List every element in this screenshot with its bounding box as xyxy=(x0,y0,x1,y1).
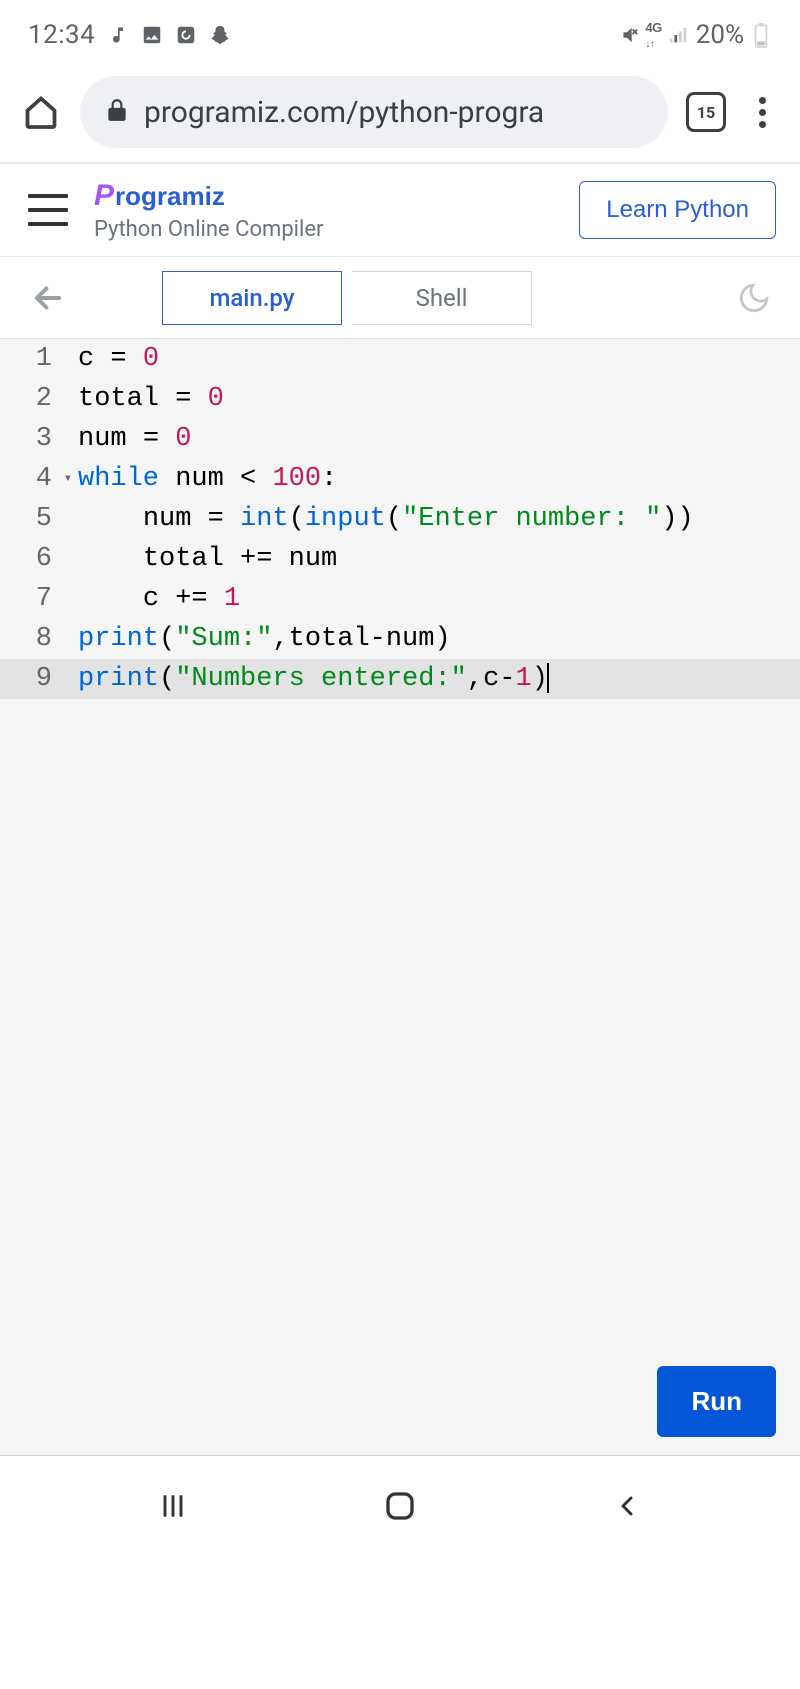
clock-time: 12:34 xyxy=(28,20,95,50)
tab-count-value: 15 xyxy=(697,103,715,122)
tab-shell[interactable]: Shell xyxy=(352,271,532,325)
back-arrow-button[interactable] xyxy=(24,274,72,322)
network-4g-icon: 4G↓↑ xyxy=(645,20,661,50)
learn-python-button[interactable]: Learn Python xyxy=(579,181,776,239)
line-number: 6 xyxy=(0,539,60,579)
refresh-box-icon xyxy=(175,24,197,46)
line-number: 8 xyxy=(0,619,60,659)
browser-menu-button[interactable] xyxy=(744,94,780,130)
music-note-icon xyxy=(107,24,129,46)
line-number: 7 xyxy=(0,579,60,619)
line-number: 5 xyxy=(0,499,60,539)
lock-icon xyxy=(104,97,130,127)
line-number: 4 xyxy=(0,459,60,499)
image-icon xyxy=(141,24,163,46)
url-text: programiz.com/python-progra xyxy=(144,95,544,130)
snapchat-icon xyxy=(209,24,231,46)
back-nav-button[interactable] xyxy=(597,1476,657,1536)
hamburger-menu-button[interactable] xyxy=(28,194,68,226)
phone-nav-bar xyxy=(0,1456,800,1556)
signal-icon xyxy=(668,24,690,46)
cursor xyxy=(547,663,549,693)
phone-status-bar: 12:34 4G↓↑ 20% xyxy=(0,0,800,62)
home-nav-button[interactable] xyxy=(370,1476,430,1536)
code-content[interactable]: c += 1 xyxy=(60,579,240,619)
editor-tabs-row: main.py Shell xyxy=(0,257,800,339)
code-content[interactable]: num = int(input("Enter number: ")) xyxy=(60,499,694,539)
code-line[interactable]: 6 total += num xyxy=(0,539,800,579)
tab-main-py[interactable]: main.py xyxy=(162,271,342,325)
browser-toolbar: programiz.com/python-progra 15 xyxy=(0,62,800,162)
brand-word: rogramiz xyxy=(115,181,225,211)
battery-pct: 20% xyxy=(696,20,744,50)
code-content[interactable]: print("Numbers entered:",c-1) xyxy=(60,659,549,699)
code-content[interactable]: c = 0 xyxy=(60,339,159,379)
code-content[interactable]: print("Sum:",total-num) xyxy=(60,619,451,659)
home-button[interactable] xyxy=(20,91,62,133)
tab-count-button[interactable]: 15 xyxy=(686,92,726,132)
battery-icon xyxy=(750,24,772,46)
code-content[interactable]: total = 0 xyxy=(60,379,224,419)
line-number: 9 xyxy=(0,659,60,699)
code-line[interactable]: 4while num < 100: xyxy=(0,459,800,499)
code-line[interactable]: 9print("Numbers entered:",c-1) xyxy=(0,659,800,699)
recents-button[interactable] xyxy=(143,1476,203,1536)
brand-subtitle: Python Online Compiler xyxy=(94,217,553,242)
code-line[interactable]: 7 c += 1 xyxy=(0,579,800,619)
theme-toggle-button[interactable] xyxy=(732,276,776,320)
code-line[interactable]: 3num = 0 xyxy=(0,419,800,459)
line-number: 1 xyxy=(0,339,60,379)
code-content[interactable]: while num < 100: xyxy=(60,459,337,499)
code-content[interactable]: num = 0 xyxy=(60,419,191,459)
code-content[interactable]: total += num xyxy=(60,539,337,579)
line-number: 3 xyxy=(0,419,60,459)
url-bar[interactable]: programiz.com/python-progra xyxy=(80,76,668,148)
brand-block: Programiz Python Online Compiler xyxy=(94,179,553,242)
site-header: Programiz Python Online Compiler Learn P… xyxy=(0,164,800,256)
volume-mute-icon xyxy=(617,24,639,46)
brand-logo[interactable]: Programiz xyxy=(94,179,553,213)
line-number: 2 xyxy=(0,379,60,419)
brand-prefix: P xyxy=(94,179,115,212)
code-editor[interactable]: 1c = 02total = 03num = 04while num < 100… xyxy=(0,339,800,1455)
run-button[interactable]: Run xyxy=(657,1366,776,1437)
code-line[interactable]: 5 num = int(input("Enter number: ")) xyxy=(0,499,800,539)
code-line[interactable]: 1c = 0 xyxy=(0,339,800,379)
status-left: 12:34 xyxy=(28,20,231,50)
code-line[interactable]: 2total = 0 xyxy=(0,379,800,419)
code-line[interactable]: 8print("Sum:",total-num) xyxy=(0,619,800,659)
status-right: 4G↓↑ 20% xyxy=(617,20,772,50)
